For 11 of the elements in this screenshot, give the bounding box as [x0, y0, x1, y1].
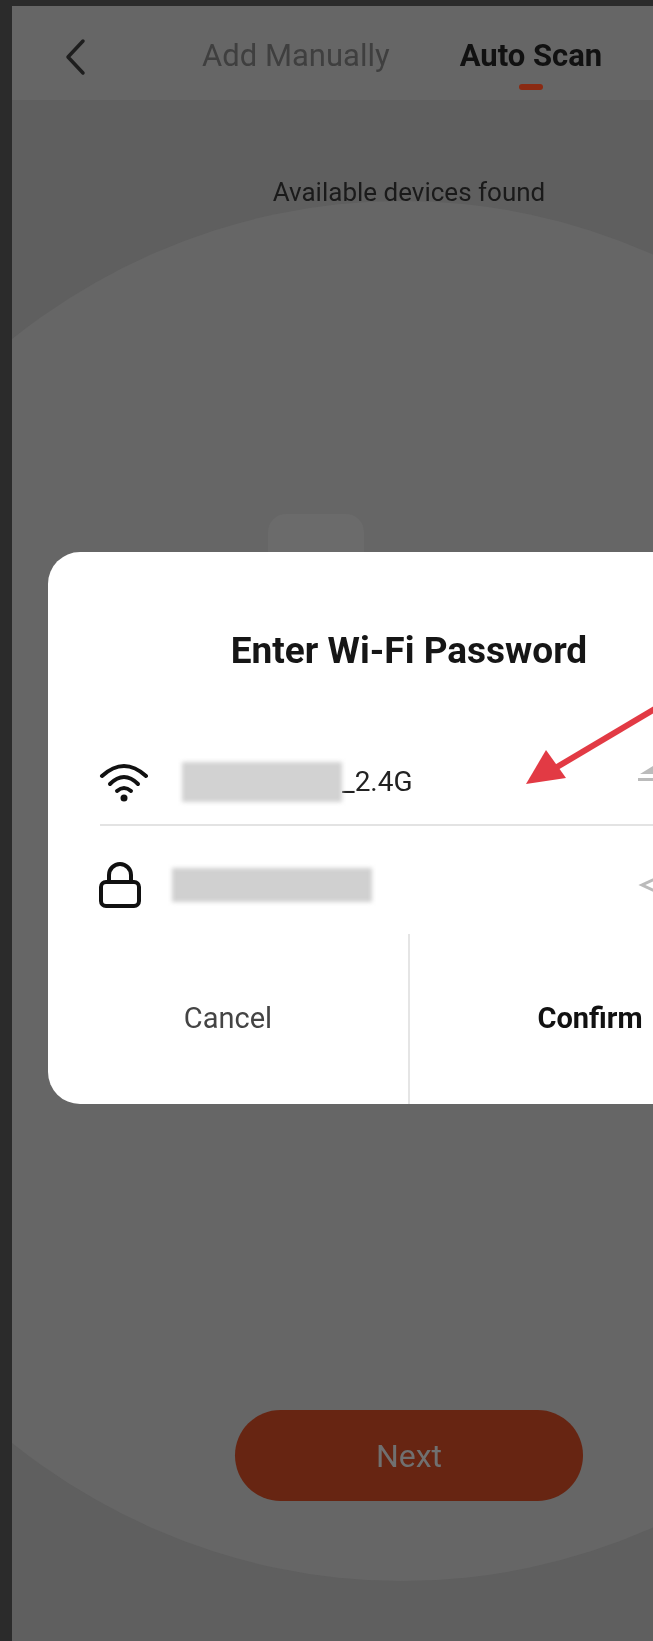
- back-icon[interactable]: [64, 38, 86, 76]
- tab[interactable]: Auto Scan: [459, 36, 603, 76]
- status-text: Available devices found: [272, 176, 546, 209]
- network-name: _2.4G: [342, 764, 413, 800]
- wifi-icon: [98, 762, 150, 802]
- confirm-button[interactable]: Confirm: [408, 934, 653, 1104]
- lock-icon: [98, 862, 142, 908]
- dialog-title: Enter Wi-Fi Password: [230, 628, 588, 674]
- tab-underline: [518, 84, 543, 90]
- next-button[interactable]: Next: [235, 1410, 583, 1501]
- cancel-button[interactable]: Cancel: [48, 934, 408, 1104]
